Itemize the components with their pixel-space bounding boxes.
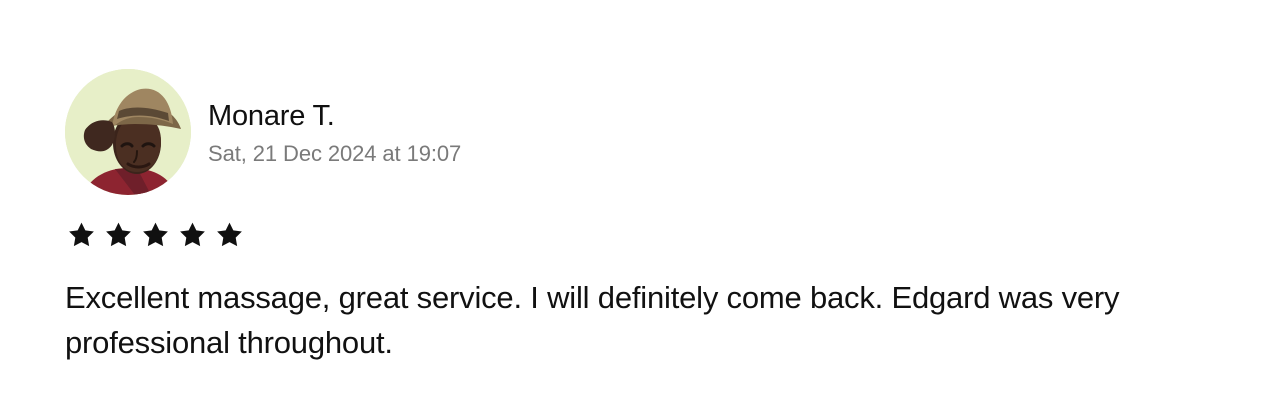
reviewer-name: Monare T. (208, 99, 335, 132)
star-icon (65, 219, 98, 252)
avatar (65, 69, 191, 195)
rating-stars (65, 219, 246, 252)
star-icon (139, 219, 172, 252)
reviewer-meta: Monare T. Sat, 21 Dec 2024 at 19:07 (208, 98, 461, 167)
review-text: Excellent massage, great service. I will… (65, 280, 1120, 360)
review-date: Sat, 21 Dec 2024 at 19:07 (208, 140, 462, 166)
star-icon (176, 219, 209, 252)
review-header: Monare T. Sat, 21 Dec 2024 at 19:07 (65, 69, 461, 195)
star-icon (102, 219, 135, 252)
review-card: Monare T. Sat, 21 Dec 2024 at 19:07 Exce… (0, 0, 1269, 407)
avatar-image (65, 69, 191, 195)
star-icon (213, 219, 246, 252)
